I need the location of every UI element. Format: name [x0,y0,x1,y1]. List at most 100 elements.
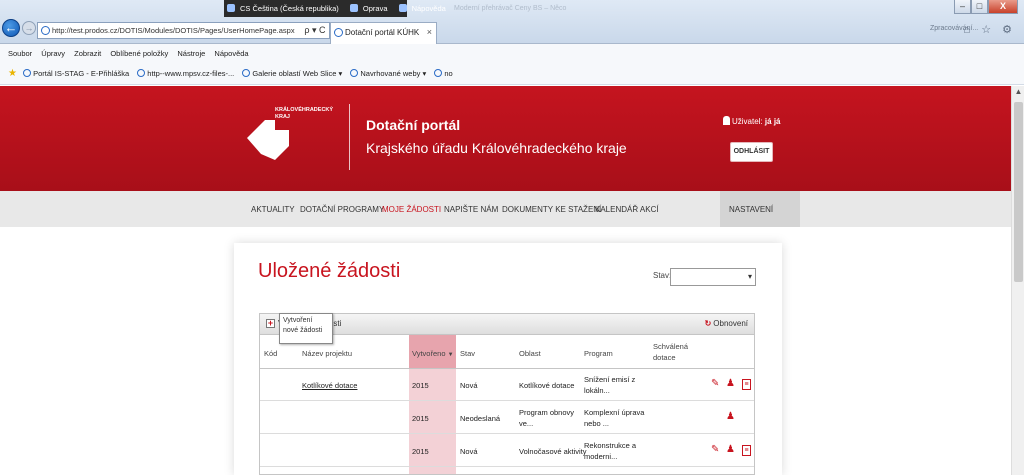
pdf-icon[interactable]: ≡ [742,445,751,456]
portal-subtitle: Krajského úřadu Královéhradeckého kraje [366,140,627,156]
portal-title: Dotační portál [366,117,461,133]
sort-desc-icon: ▼ [447,352,454,358]
column-header-oblast[interactable]: Oblast [519,349,541,358]
keyboard-icon [227,4,235,12]
home-favorites-settings-icons[interactable]: ⌂ ☆ ⚙ [964,23,1016,36]
page-icon [41,26,50,35]
user-icon[interactable]: ♟ [726,444,735,455]
edit-icon[interactable]: ✎ [711,378,719,389]
site-header [0,86,1011,191]
cell-status: Nová [460,381,478,390]
user-icon [723,116,730,125]
help-icon [398,4,407,12]
nav-item-napiste-nam[interactable]: NAPIŠTE NÁM [444,205,498,214]
menu-bar: Soubor Úpravy Zobrazit Oblíbené položky … [0,44,1024,63]
scroll-thumb[interactable] [1014,102,1023,282]
nav-item-dotacni-programy[interactable]: DOTAČNÍ PROGRAMY [300,205,384,214]
status-filter-label: Stav: [653,271,672,280]
new-request-tooltip: Vytvoření nové žádosti [279,313,333,344]
status-filter-select[interactable]: ▾ [670,268,756,286]
ie-page-icon [334,28,343,37]
favorite-link-portal-is-stag[interactable]: Portál IS-STAG - E-Přihláška [23,63,129,85]
tab-close-icon[interactable]: × [427,23,432,42]
address-url: http://test.prodos.cz/DOTIS/Modules/DOTI… [52,26,295,35]
refresh-button[interactable]: ↻ Obnovení [705,319,748,328]
nav-item-nastaveni[interactable]: NASTAVENÍ [720,191,800,227]
favorite-link-web-slice-gallery[interactable]: Galerie oblastí Web Slice ▾ [242,63,342,85]
logout-button[interactable]: ODHLÁSIT [730,142,773,162]
page-icon [137,69,146,77]
column-header-schvalena-dotace[interactable]: Schválená dotace [653,341,693,363]
lang-item-language[interactable]: CS Čeština (Česká republika) [224,0,345,17]
address-tools[interactable]: ρ ▾ C [300,22,330,39]
cell-status: Nová [460,447,478,456]
tab-dotacni-portal[interactable]: Dotační portál KÚHK × [330,22,437,44]
requests-grid: + Vsti ↻Obnovení Kód Název projektu Vytv… [259,313,755,475]
nav-item-kalendar-akci[interactable]: KALENDÁŘ AKCÍ [595,205,659,214]
address-bar[interactable]: http://test.prodos.cz/DOTIS/Modules/DOTI… [37,22,330,39]
kraj-logo-icon[interactable] [245,116,291,162]
main-navigation: AKTUALITY DOTAČNÍ PROGRAMY MOJE ŽÁDOSTI … [0,191,1011,227]
table-row[interactable]: 2015 Neodeslaná Program obnovy ve... Komp… [260,402,754,434]
lang-item-help[interactable]: Nápověda [396,0,452,17]
nav-item-dokumenty[interactable]: DOKUMENTY KE STAŽENÍ [502,205,601,214]
cell-program: Komplexní úprava nebo ... [584,408,645,428]
favorites-bar: ★ Portál IS-STAG - E-Přihláška http--www… [0,63,1024,85]
nav-item-aktuality[interactable]: AKTUALITY [251,205,295,214]
menu-item-edit[interactable]: Úpravy [41,49,65,58]
menu-item-help[interactable]: Nápověda [214,49,248,58]
cell-created: 2015 [412,414,429,423]
refresh-icon: ↻ [704,319,712,328]
menu-item-view[interactable]: Zobrazit [74,49,101,58]
header-divider [349,104,350,170]
edit-icon[interactable]: ✎ [711,444,719,455]
favorite-link-mpsv[interactable]: http--www.mpsv.cz-files-... [137,63,234,85]
column-header-stav[interactable]: Stav [460,349,475,358]
minimize-button[interactable]: – [954,0,971,14]
page-icon [350,69,359,77]
user-name: já já [764,117,781,126]
logo-text: KRÁLOVÉHRADECKÝ KRAJ [275,107,334,120]
scroll-up-icon[interactable]: ▲ [1013,87,1024,99]
close-window-button[interactable]: X [988,0,1018,14]
column-header-kod[interactable]: Kód [264,349,277,358]
menu-item-favorites[interactable]: Oblíbené položky [110,49,168,58]
user-icon[interactable]: ♟ [726,378,735,389]
favorite-link-suggested-sites[interactable]: Navrhované weby ▾ [350,63,426,85]
column-header-vytvoreno[interactable]: Vytvořeno ▼ [412,349,454,358]
menu-item-tools[interactable]: Nástroje [177,49,205,58]
user-info: Uživatel: já já [723,116,781,126]
page-icon [23,69,32,77]
pdf-icon[interactable]: ≡ [742,379,751,390]
column-header-nazev[interactable]: Název projektu [302,349,352,358]
page-icon [242,69,251,77]
tab-title: Dotační portál KÚHK [345,28,420,37]
page-icon [434,69,443,77]
column-header-program[interactable]: Program [584,349,613,358]
page-scrollbar[interactable]: ▲ [1011,86,1024,475]
cell-area: Volnočasové aktivity [519,447,587,456]
table-row[interactable]: Kotlíkové dotace 2015 Nová Kotlíkové dot… [260,369,754,401]
nav-item-moje-zadosti[interactable]: MOJE ŽÁDOSTI [382,205,441,214]
cell-program: Rekonstrukce a moderni... [584,441,637,461]
cell-created: 2015 [412,381,429,390]
favorite-link-no[interactable]: no [434,63,453,85]
project-name-link[interactable]: Kotlíkové dotace [302,381,357,390]
add-icon[interactable]: + [266,319,275,328]
chevron-down-icon: ▾ [747,272,752,281]
cell-program: Snížení emisí z lokáln... [584,375,636,395]
correction-icon [349,4,358,12]
language-bar: CS Čeština (Česká republika) Oprava Nápo… [224,0,446,17]
favorites-star-icon[interactable]: ★ [8,68,17,79]
cell-created: 2015 [412,447,429,456]
user-icon[interactable]: ♟ [726,411,735,422]
maximize-button[interactable]: □ [971,0,988,14]
back-button[interactable]: ← [2,19,20,37]
window-buttons: – □ X [954,0,1018,16]
page-title: Uložené žádosti [258,260,401,282]
forward-button[interactable]: → [22,21,36,35]
lang-item-correction[interactable]: Oprava [347,0,394,17]
table-row[interactable]: 2015 Nová Volnočasové aktivity Rekonstru… [260,435,754,467]
menu-item-file[interactable]: Soubor [8,49,32,58]
background-window-title: Moderní přehrávač Ceny BS – Něco [454,5,567,12]
